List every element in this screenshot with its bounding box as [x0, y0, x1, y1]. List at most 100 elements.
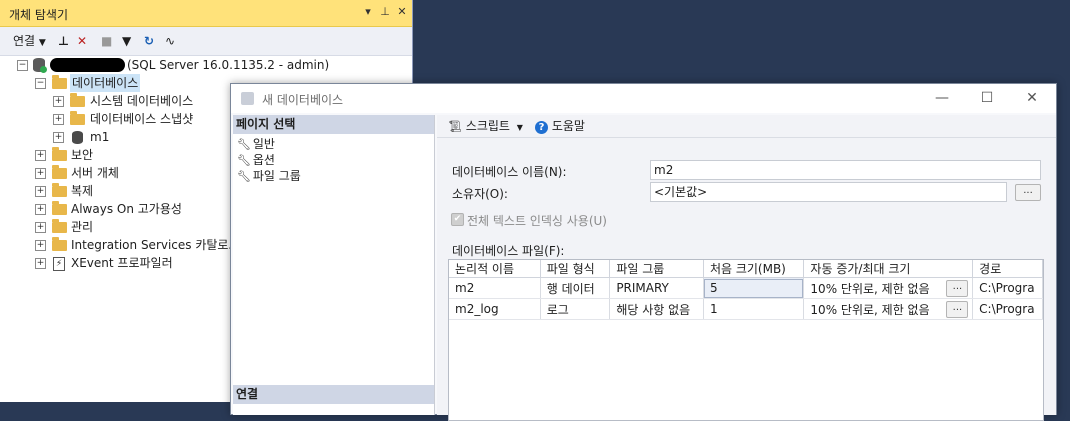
- database-icon: [72, 131, 83, 144]
- expand-icon[interactable]: +: [35, 240, 46, 251]
- connection-header: 연결: [233, 385, 434, 404]
- databases-label: 데이터베이스: [70, 74, 141, 92]
- server-objects-label: 서버 개체: [71, 166, 119, 180]
- folder-icon: [52, 201, 67, 215]
- cell-logical-name[interactable]: m2: [449, 277, 541, 299]
- filter-icon[interactable]: ▼: [122, 32, 131, 50]
- folder-icon: [70, 93, 85, 107]
- chevron-down-icon: ▼: [38, 38, 46, 48]
- new-database-dialog: 새 데이터베이스 — ☐ ✕ 페이지 선택 🔧︎ 일반 🔧︎ 옵션 🔧︎ 파일 …: [230, 83, 1057, 421]
- tree-node-server[interactable]: − (SQL Server 16.0.1135.2 - admin): [0, 56, 400, 74]
- system-databases-label: 시스템 데이터베이스: [90, 94, 194, 108]
- table-row[interactable]: m2 행 데이터 PRIMARY 5 10% 단위로, 제한 없음 ... C:…: [449, 277, 1043, 299]
- folder-icon: [52, 183, 67, 197]
- col-header-path[interactable]: 경로: [972, 260, 1043, 278]
- stop-icon[interactable]: ■: [101, 32, 112, 50]
- dropdown-arrow-icon[interactable]: ▾: [360, 4, 376, 20]
- plug-disconnect-icon[interactable]: ✕: [77, 32, 87, 50]
- connect-label: 연결: [13, 34, 36, 48]
- autogrowth-edit-button[interactable]: ...: [946, 301, 969, 318]
- expand-icon[interactable]: +: [35, 222, 46, 233]
- expand-icon[interactable]: +: [35, 186, 46, 197]
- close-icon[interactable]: ✕: [1022, 88, 1042, 108]
- object-explorer-title: 개체 탐색기: [9, 8, 69, 22]
- cell-file-type[interactable]: 행 데이터: [540, 277, 611, 299]
- owner-browse-button[interactable]: ...: [1015, 184, 1041, 201]
- collapse-icon[interactable]: −: [35, 78, 46, 89]
- col-header-initial-size[interactable]: 처음 크기(MB): [703, 260, 805, 278]
- cell-filegroup[interactable]: PRIMARY: [609, 277, 704, 299]
- cell-logical-name[interactable]: m2_log: [449, 298, 541, 320]
- snapshots-label: 데이터베이스 스냅샷: [90, 112, 194, 126]
- dialog-main-pane: 📜︎ 스크립트 ▼ ? 도움말 데이터베이스 이름(N): m2 소유자(O):…: [437, 115, 1056, 421]
- cell-filegroup[interactable]: 해당 사항 없음: [609, 298, 704, 320]
- table-row[interactable]: m2_log 로그 해당 사항 없음 1 10% 단위로, 제한 없음 ... …: [449, 298, 1043, 320]
- wrench-icon: 🔧︎: [237, 154, 251, 167]
- fulltext-checkbox[interactable]: ✔: [451, 213, 464, 226]
- page-item-general[interactable]: 🔧︎ 일반: [237, 136, 275, 152]
- cell-initial-size[interactable]: 1: [703, 298, 805, 320]
- refresh-icon[interactable]: ↻: [144, 32, 154, 50]
- autogrowth-edit-button[interactable]: ...: [946, 280, 969, 297]
- help-icon: ?: [535, 121, 548, 134]
- xevent-label: XEvent 프로파일러: [71, 256, 173, 270]
- folder-icon: [52, 165, 67, 179]
- integration-services-label: Integration Services 카탈로그: [71, 238, 240, 252]
- expand-icon[interactable]: +: [35, 204, 46, 215]
- owner-input[interactable]: <기본값>: [650, 182, 1007, 202]
- expand-icon[interactable]: +: [35, 150, 46, 161]
- db-files-label: 데이터베이스 파일(F):: [452, 244, 565, 258]
- script-icon: 📜︎: [448, 120, 462, 133]
- col-header-filegroup[interactable]: 파일 그룹: [609, 260, 704, 278]
- expand-icon[interactable]: +: [53, 114, 64, 125]
- page-selector-header: 페이지 선택: [233, 115, 434, 134]
- close-icon[interactable]: ✕: [394, 4, 410, 20]
- page-item-label: 일반: [252, 137, 275, 151]
- cell-initial-size[interactable]: 5: [703, 277, 805, 299]
- expand-icon[interactable]: +: [53, 96, 64, 107]
- object-explorer-toolbar: 연결 ▼ ⊥ ✕ ■ ▼ ↻ ∿: [0, 27, 412, 56]
- cell-path[interactable]: C:\Progra: [972, 277, 1043, 299]
- page-item-label: 파일 그룹: [252, 169, 301, 183]
- dialog-titlebar: 새 데이터베이스 — ☐ ✕: [231, 84, 1056, 113]
- page-item-options[interactable]: 🔧︎ 옵션: [237, 152, 275, 168]
- expand-icon[interactable]: +: [35, 168, 46, 179]
- help-button[interactable]: ? 도움말: [535, 117, 585, 135]
- db-name-input[interactable]: m2: [650, 160, 1041, 180]
- cell-file-type[interactable]: 로그: [540, 298, 611, 320]
- redacted-server-name: [50, 58, 125, 72]
- m1-label: m1: [90, 130, 110, 144]
- col-header-logical-name[interactable]: 논리적 이름: [449, 260, 541, 278]
- folder-icon: [70, 111, 85, 125]
- script-label: 스크립트: [465, 119, 510, 133]
- plug-connect-icon[interactable]: ⊥: [58, 32, 69, 50]
- maximize-icon[interactable]: ☐: [977, 88, 997, 108]
- connect-button[interactable]: 연결 ▼: [13, 32, 46, 50]
- always-on-label: Always On 고가용성: [71, 202, 182, 216]
- expand-icon[interactable]: +: [53, 132, 64, 143]
- page-item-filegroups[interactable]: 🔧︎ 파일 그룹: [237, 168, 301, 184]
- script-button[interactable]: 📜︎ 스크립트 ▼: [448, 117, 523, 135]
- owner-label: 소유자(O):: [452, 187, 508, 201]
- autogrowth-value: 10% 단위로, 제한 없음: [810, 302, 930, 317]
- pin-icon[interactable]: ⊥: [377, 4, 393, 20]
- dialog-title: 새 데이터베이스: [262, 93, 344, 107]
- expand-icon[interactable]: +: [35, 258, 46, 269]
- activity-monitor-icon[interactable]: ∿: [165, 32, 175, 50]
- folder-icon: [52, 237, 67, 251]
- minimize-icon[interactable]: —: [932, 88, 952, 108]
- col-header-autogrowth[interactable]: 자동 증가/최대 크기: [803, 260, 974, 278]
- fulltext-label: 전체 텍스트 인덱싱 사용(U): [467, 214, 607, 228]
- db-files-table: 논리적 이름 파일 형식 파일 그룹 처음 크기(MB) 자동 증가/최대 크기…: [449, 260, 1043, 320]
- col-header-file-type[interactable]: 파일 형식: [540, 260, 611, 278]
- autogrowth-value: 10% 단위로, 제한 없음: [810, 281, 930, 296]
- page-selector-pane: 페이지 선택 🔧︎ 일반 🔧︎ 옵션 🔧︎ 파일 그룹 연결: [233, 115, 435, 415]
- object-explorer-titlebar: 개체 탐색기 ▾ ⊥ ✕: [0, 0, 412, 27]
- folder-icon: [52, 75, 67, 89]
- collapse-icon[interactable]: −: [17, 60, 28, 71]
- replication-label: 복제: [71, 184, 94, 198]
- grid-header-row: 논리적 이름 파일 형식 파일 그룹 처음 크기(MB) 자동 증가/최대 크기…: [449, 260, 1043, 278]
- wrench-icon: 🔧︎: [237, 138, 251, 151]
- wrench-icon: 🔧︎: [237, 170, 251, 183]
- cell-path[interactable]: C:\Progra: [972, 298, 1043, 320]
